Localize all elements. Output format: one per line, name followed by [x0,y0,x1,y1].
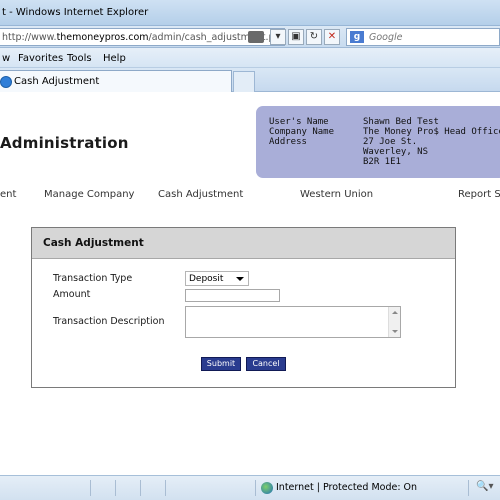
address-toolbar: http://www.themoneypros.com/admin/cash_a… [0,26,500,48]
new-tab-button[interactable] [233,71,255,92]
transaction-description-textarea[interactable] [185,306,401,338]
window-title: t - Windows Internet Explorer [2,7,149,18]
window-titlebar: t - Windows Internet Explorer [0,0,500,26]
nav-item-western-union[interactable]: Western Union [300,189,373,200]
search-placeholder: Google [369,32,403,43]
menu-tools[interactable]: Tools [67,53,92,64]
refresh-icon[interactable]: ↻ [306,29,322,45]
transaction-type-select[interactable]: Deposit [185,271,249,286]
nav-item-cash-adjustment[interactable]: Cash Adjustment [158,189,243,200]
submit-button[interactable]: Submit [201,357,241,371]
site-icon [248,31,264,43]
menu-help[interactable]: Help [103,53,126,64]
menu-favorites[interactable]: Favorites [18,53,63,64]
nav-item-partial[interactable]: ent [0,189,16,200]
status-divider [90,480,91,496]
compatibility-icon[interactable]: ▣ [288,29,304,45]
status-bar: Internet | Protected Mode: On 🔍▾ [0,475,500,500]
globe-icon [261,482,273,494]
amount-input[interactable] [185,289,280,302]
transaction-type-value: Deposit [189,274,224,284]
google-logo-icon: g [350,31,364,43]
tab-label: Cash Adjustment [14,76,100,87]
address-line-1: 27 Joe St. [363,137,418,147]
stop-icon[interactable]: ✕ [324,29,340,45]
scroll-down-icon [392,330,398,333]
security-zone-status: Internet | Protected Mode: On [276,482,418,493]
nav-item-reports[interactable]: Report Se [458,189,500,200]
panel-header: Cash Adjustment [32,228,455,259]
cancel-button[interactable]: Cancel [246,357,286,371]
user-name-label: User's Name [269,117,329,127]
menu-view[interactable]: w [2,53,10,64]
status-divider [165,480,166,496]
scroll-up-icon [392,311,398,314]
ie-page-icon [0,76,12,88]
status-divider [115,480,116,496]
nav-item-manage-company[interactable]: Manage Company [44,189,134,200]
textarea-scrollbar[interactable] [388,307,400,337]
search-box[interactable]: g Google [346,28,500,46]
tab-cash-adjustment[interactable]: Cash Adjustment [0,70,232,92]
status-divider [468,480,469,496]
company-name-value: The Money Pro$ Head Office [363,127,500,137]
dropdown-icon[interactable]: ▾ [270,29,286,45]
user-name-value: Shawn Bed Test [363,117,439,127]
menu-bar: w Favorites Tools Help [0,48,500,68]
panel-heading: Cash Adjustment [43,237,144,249]
user-info-box: User's Name Company Name Address Shawn B… [256,106,500,178]
tab-strip: Cash Adjustment [0,68,500,92]
status-divider [140,480,141,496]
address-label: Address [269,137,307,147]
status-divider [255,480,256,496]
address-line-3: B2R 1E1 [363,157,401,167]
transaction-type-label: Transaction Type [53,273,133,284]
address-line-2: Waverley, NS [363,147,429,157]
transaction-description-label: Transaction Description [53,316,165,327]
address-bar[interactable]: http://www.themoneypros.com/admin/cash_a… [0,28,285,46]
chevron-down-icon [236,277,244,281]
company-name-label: Company Name [269,127,335,137]
zoom-icon[interactable]: 🔍▾ [476,481,493,492]
page-title: Administration [0,134,129,152]
cash-adjustment-panel: Cash Adjustment Transaction Type Deposit… [31,227,456,388]
page-content: Administration User's Name Company Name … [0,93,500,475]
amount-label: Amount [53,289,91,300]
address-url: http://www.themoneypros.com/admin/cash_a… [2,32,281,43]
